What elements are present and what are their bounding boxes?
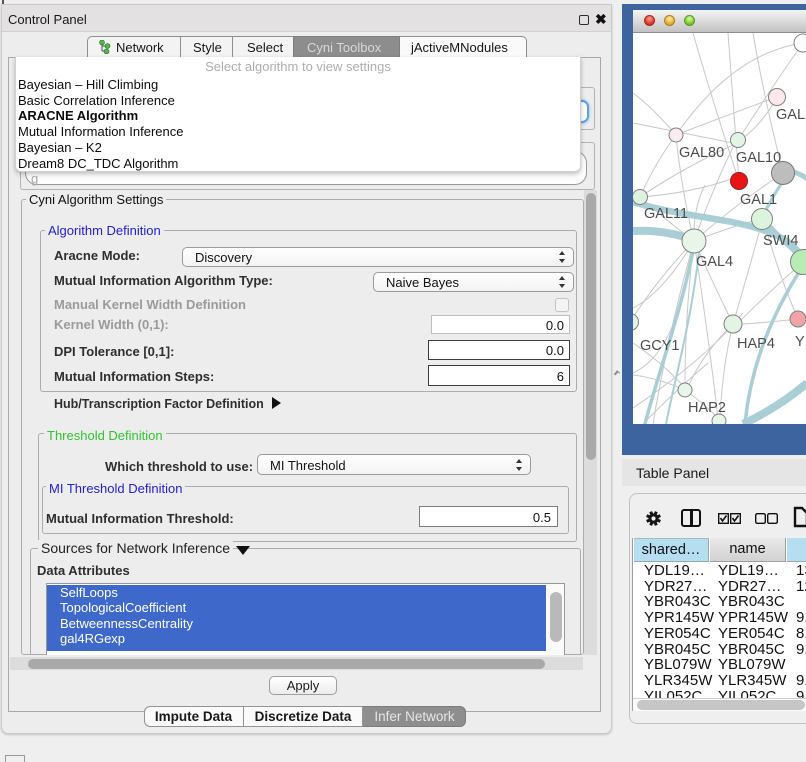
svg-text:GAL1: GAL1 bbox=[740, 192, 777, 208]
svg-text:SWI4: SWI4 bbox=[763, 233, 798, 249]
svg-text:GAL80: GAL80 bbox=[679, 145, 724, 161]
svg-text:GCY1: GCY1 bbox=[640, 338, 680, 354]
svg-text:Y: Y bbox=[795, 334, 805, 350]
svg-text:HAP2: HAP2 bbox=[688, 400, 726, 416]
svg-text:GAL10: GAL10 bbox=[736, 150, 781, 166]
svg-text:GAL2: GAL2 bbox=[776, 107, 806, 123]
svg-text:HAP4: HAP4 bbox=[737, 336, 775, 352]
svg-text:GAL11: GAL11 bbox=[644, 206, 688, 222]
svg-text:GAL4: GAL4 bbox=[696, 254, 733, 270]
